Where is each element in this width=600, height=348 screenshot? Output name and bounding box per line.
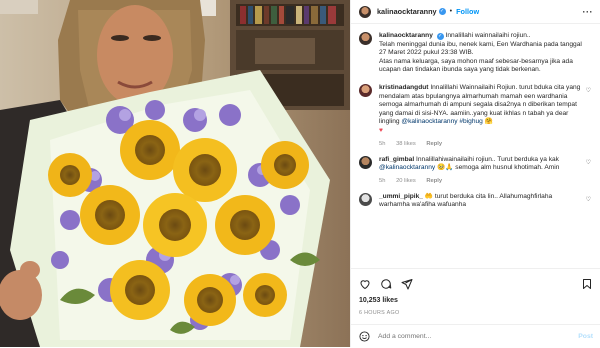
- sunflower-bouquet-photo: [0, 0, 350, 347]
- separator-dot: •: [449, 8, 453, 15]
- caption: kalinaocktaranny ✓ Innalillahi wainnaila…: [359, 32, 591, 75]
- comment-text: Innalillahiwainailaihi rojiun.. Turut be…: [416, 155, 559, 163]
- instagram-post-modal: kalinaocktaranny ✓ • Follow ··· kalinaoc…: [0, 0, 600, 347]
- comment-like-heart-icon[interactable]: ♡: [586, 87, 591, 94]
- bookmark-icon[interactable]: [581, 278, 593, 290]
- caption-username[interactable]: kalinaocktaranny: [379, 32, 433, 39]
- caption-line-2: Telah meninggal dunia ibu, nenek kami, E…: [379, 40, 582, 57]
- heart-icon[interactable]: [359, 278, 371, 290]
- comment-avatar[interactable]: [359, 192, 372, 206]
- comment-meta: 5h 38 likes Reply: [379, 141, 584, 147]
- comment-like-heart-icon[interactable]: ♡: [586, 159, 591, 166]
- likes-count[interactable]: 10,253 likes: [359, 297, 398, 304]
- comment-username[interactable]: _ummi_pipik_: [379, 193, 423, 200]
- post-comment-button[interactable]: Post: [578, 333, 593, 340]
- verified-badge-icon: ✓: [436, 33, 444, 40]
- comment-time: 5h: [379, 177, 386, 184]
- post-actions: 10,253 likes 6 HOURS AGO Post: [351, 268, 600, 348]
- post-side-panel: kalinaocktaranny ✓ • Follow ··· kalinaoc…: [350, 0, 600, 347]
- comments-list[interactable]: kalinaocktaranny ✓ Innalillahi wainnaila…: [351, 24, 600, 268]
- caption-line-1: Innalillahi wainnailaihi rojiun..: [445, 32, 531, 39]
- comment-likes[interactable]: 20 likes: [396, 178, 416, 184]
- verified-badge-icon: ✓: [438, 8, 446, 15]
- comment-reply-button[interactable]: Reply: [426, 141, 442, 147]
- comment-composer: Post: [351, 324, 600, 348]
- follow-button[interactable]: Follow: [456, 7, 479, 16]
- comment-avatar[interactable]: [359, 155, 372, 169]
- pleading-pray-emoji: 🥺🙏: [437, 164, 454, 172]
- action-icons-row: [359, 277, 593, 291]
- caption-avatar[interactable]: [359, 32, 372, 45]
- palms-up-emoji: 🤲: [424, 192, 434, 200]
- post-header: kalinaocktaranny ✓ • Follow ···: [351, 0, 600, 24]
- author-avatar[interactable]: [359, 5, 371, 18]
- comment-icon[interactable]: [380, 278, 392, 290]
- share-icon[interactable]: [401, 278, 413, 290]
- comment-item: _ummi_pipik_ 🤲 turut berduka cita lin.. …: [359, 192, 591, 210]
- comment-like-heart-icon[interactable]: ♡: [586, 196, 591, 203]
- red-heart-emoji: ♥: [379, 126, 383, 134]
- comment-likes[interactable]: 38 likes: [396, 141, 416, 147]
- comment-time: 5h: [379, 140, 386, 147]
- post-photo[interactable]: [0, 0, 350, 347]
- comment-item: kristinadangdut Innalillahi Wainnailaihi…: [359, 83, 591, 147]
- hug-emoji: 🤗: [484, 118, 493, 126]
- comment-avatar[interactable]: [359, 83, 372, 97]
- comment-username[interactable]: rafi_gimbal: [379, 156, 414, 163]
- comment-mention-link[interactable]: @kalinaocktaranny: [379, 164, 435, 171]
- comment-reply-button[interactable]: Reply: [426, 178, 442, 184]
- comment-input[interactable]: [378, 333, 579, 340]
- caption-line-3: Atas nama keluarga, saya mohon maaf sebe…: [379, 57, 573, 74]
- comment-meta: 5h 20 likes Reply: [379, 178, 584, 184]
- comment-mention-link[interactable]: @kalinaocktaranny #bighug: [401, 118, 482, 125]
- emoji-icon[interactable]: [359, 331, 370, 342]
- comment-item: rafi_gimbal Innalillahiwainailaihi rojiu…: [359, 155, 591, 184]
- more-options-icon[interactable]: ···: [583, 7, 594, 17]
- post-timestamp: 6 HOURS AGO: [359, 310, 400, 316]
- comment-text-2: semoga alm husnul khotimah. Amin: [455, 164, 560, 172]
- author-username[interactable]: kalinaocktaranny: [377, 7, 437, 16]
- comment-username[interactable]: kristinadangdut: [379, 84, 428, 91]
